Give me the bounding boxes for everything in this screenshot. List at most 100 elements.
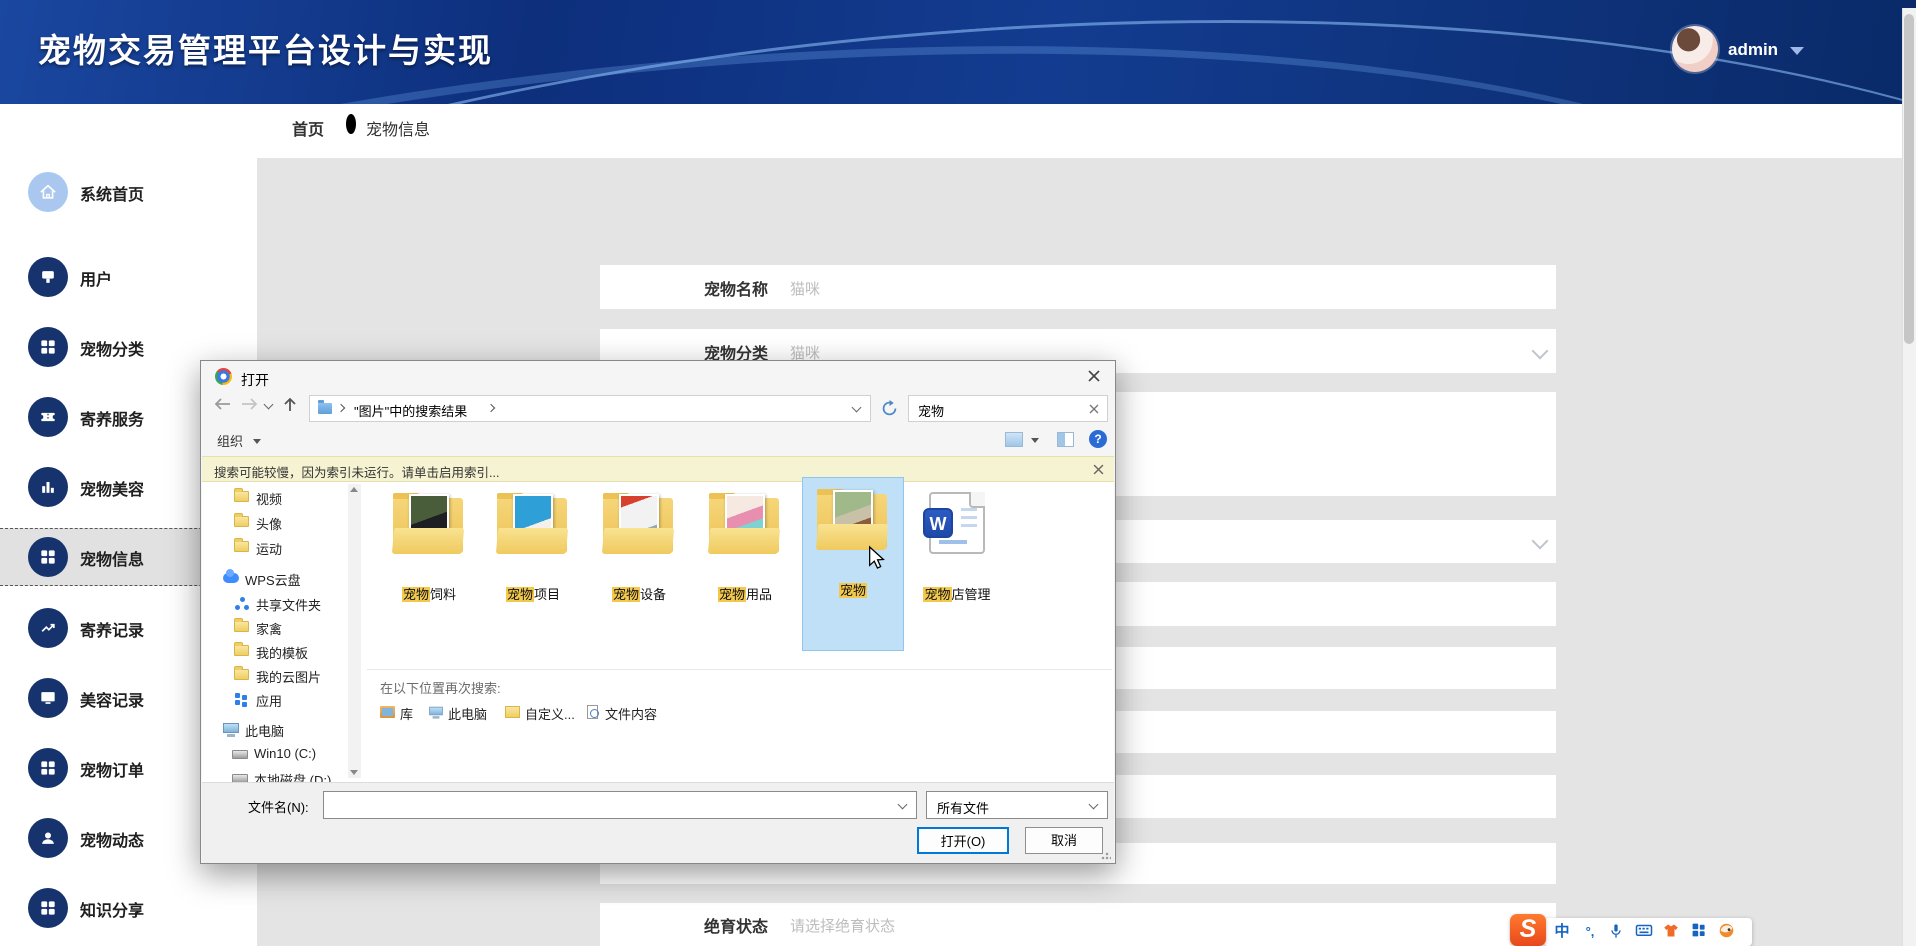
share-icon: [235, 597, 249, 611]
folder-icon: [391, 493, 465, 556]
sidebar-item-label: 宠物动态: [80, 833, 145, 850]
address-bar[interactable]: "图片"中的搜索结果: [309, 395, 871, 422]
address-dropdown-icon[interactable]: [851, 402, 862, 413]
dialog-body: 视频 头像 运动 WPS云盘 共享文件夹 家禽 我的模板 我的云图片 应用 此电…: [202, 477, 1114, 788]
search-input[interactable]: 宠物: [918, 401, 944, 420]
sidebar-item-label: 美容记录: [80, 693, 145, 710]
folder-icon: [234, 513, 249, 527]
cancel-button[interactable]: 取消: [1025, 827, 1103, 854]
folder-icon: [234, 488, 249, 502]
filename-input[interactable]: [323, 791, 917, 819]
folder-icon: [601, 493, 675, 556]
folder-icon: [234, 538, 249, 552]
mouse-cursor: [869, 545, 885, 569]
chevron-down-icon[interactable]: [1531, 532, 1549, 550]
chevron-down-icon[interactable]: [897, 799, 908, 810]
file-tile-pet-supplies[interactable]: 宠物用品: [695, 488, 795, 608]
back-icon[interactable]: [213, 397, 231, 411]
history-dropdown-icon[interactable]: [263, 399, 274, 410]
chevron-down-icon[interactable]: [1531, 342, 1549, 360]
skin-shirt-icon[interactable]: [1661, 922, 1681, 942]
help-icon[interactable]: ?: [1089, 430, 1107, 448]
page-title: 宠物交易管理平台设计与实现: [38, 32, 493, 69]
refresh-icon[interactable]: [881, 400, 898, 417]
line-chart-icon: [28, 608, 68, 648]
bar-chart-icon: [28, 467, 68, 507]
sidebar-item-label: 寄养服务: [80, 412, 145, 429]
breadcrumb-separator: [346, 114, 356, 134]
resize-grip[interactable]: [1101, 850, 1111, 860]
address-path[interactable]: "图片"中的搜索结果: [354, 401, 467, 420]
sogou-logo-icon[interactable]: S: [1510, 914, 1546, 946]
search-box[interactable]: 宠物: [908, 395, 1108, 422]
scroll-down-icon[interactable]: [350, 770, 358, 775]
folder-icon: [234, 666, 249, 680]
drive-icon: [232, 750, 248, 759]
avatar[interactable]: [1672, 26, 1718, 72]
chrome-icon: [215, 368, 232, 385]
sidebar-item-knowledge-share[interactable]: 知识分享: [0, 880, 257, 936]
sidebar-item-label: 宠物订单: [80, 763, 145, 780]
filetype-select[interactable]: 所有文件: [926, 791, 1108, 819]
tree-scrollbar[interactable]: [348, 484, 361, 778]
sidebar-item-label: 宠物信息: [80, 552, 145, 569]
file-tile-pet-equipment[interactable]: 宠物设备: [589, 488, 689, 608]
grid-icon: [28, 748, 68, 788]
emoji-face-icon[interactable]: [1716, 922, 1736, 942]
computer-icon: [429, 706, 443, 719]
forward-icon[interactable]: [241, 397, 259, 411]
file-tile-pet-shop-doc[interactable]: W 宠物店管理: [907, 488, 1007, 608]
clear-search-icon[interactable]: [1089, 404, 1099, 414]
person-icon: [28, 818, 68, 858]
ime-toolbar[interactable]: 中 °,: [1544, 918, 1752, 946]
index-notice-bar[interactable]: 搜索可能较慢，因为索引未运行。请单击启用索引...: [202, 456, 1114, 482]
folder-icon: [815, 489, 889, 552]
neuter-status-select[interactable]: 请选择绝育状态: [790, 915, 895, 936]
sidebar-item-label: 寄养记录: [80, 623, 145, 640]
dialog-title: 打开: [241, 372, 269, 388]
breadcrumb-home[interactable]: 首页: [292, 116, 324, 140]
ime-lang-toggle[interactable]: 中: [1552, 922, 1572, 942]
form-row-pet-name: 宠物名称 猫咪: [600, 265, 1556, 309]
pet-name-label: 宠物名称: [704, 282, 769, 299]
file-tile-pet-project[interactable]: 宠物项目: [483, 488, 583, 608]
toolbox-grid-icon[interactable]: [1689, 922, 1709, 942]
keyboard-icon[interactable]: [1634, 922, 1654, 942]
folder-icon: [707, 493, 781, 556]
grid-icon: [28, 537, 68, 577]
open-button[interactable]: 打开(O): [917, 827, 1009, 854]
ime-punct-toggle[interactable]: °,: [1580, 922, 1600, 942]
preview-pane-icon[interactable]: [1057, 432, 1074, 447]
folder-icon: [234, 618, 249, 632]
sidebar-item-users[interactable]: 用户: [0, 249, 257, 305]
dialog-toolbar: 组织 ?: [201, 427, 1115, 455]
folder-icon: [234, 642, 249, 656]
file-tile-pet-selected[interactable]: 宠物: [802, 477, 904, 651]
sidebar-item-system-home[interactable]: 系统首页: [0, 164, 257, 220]
user-icon: [28, 257, 68, 297]
username[interactable]: admin: [1728, 40, 1778, 60]
page-scrollbar-thumb[interactable]: [1904, 14, 1914, 344]
view-mode-icon[interactable]: [1005, 432, 1023, 447]
computer-icon: [223, 723, 239, 737]
custom-folder-icon: [505, 706, 520, 718]
sidebar-item-label: 宠物分类: [80, 342, 145, 359]
filename-label: 文件名(N):: [248, 800, 309, 815]
file-tile-pet-feed[interactable]: 宠物饲料: [379, 488, 479, 608]
dialog-navbar: "图片"中的搜索结果 宠物: [201, 389, 1115, 427]
view-dropdown-icon[interactable]: [1031, 438, 1039, 443]
library-icon: [380, 706, 395, 718]
grid-icon: [28, 327, 68, 367]
up-icon[interactable]: [283, 396, 297, 412]
sidebar-item-label: 知识分享: [80, 903, 145, 920]
sidebar-item-label: 用户: [80, 272, 113, 289]
organize-button[interactable]: 组织: [217, 431, 243, 450]
scroll-up-icon[interactable]: [350, 487, 358, 492]
microphone-icon[interactable]: [1606, 922, 1626, 942]
pet-name-input[interactable]: 猫咪: [790, 278, 820, 299]
close-notice-icon[interactable]: [1093, 464, 1104, 475]
chevron-down-icon[interactable]: [1088, 799, 1099, 810]
close-icon[interactable]: [1087, 369, 1101, 383]
ticket-icon: [28, 397, 68, 437]
chevron-down-icon[interactable]: [1790, 47, 1804, 55]
